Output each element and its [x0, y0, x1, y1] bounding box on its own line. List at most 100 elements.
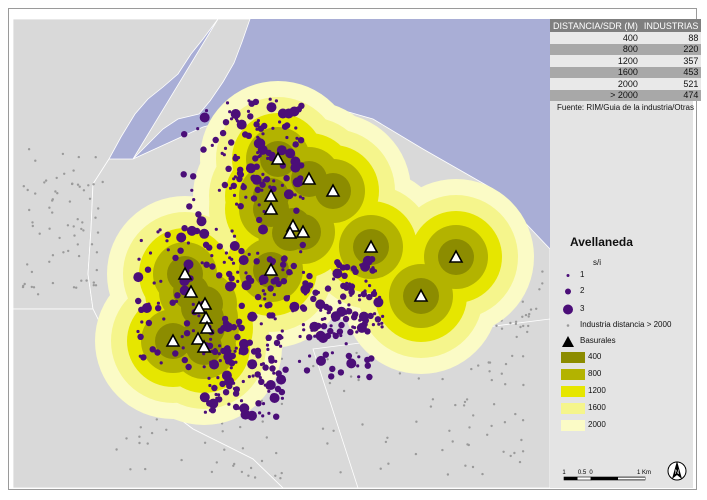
legend-label: Basurales [580, 336, 616, 345]
far-industry-point [326, 358, 329, 361]
industry-point [148, 251, 153, 255]
far-industry-point [97, 207, 100, 210]
industry-point [205, 232, 209, 236]
map-canvas[interactable] [13, 19, 550, 488]
legend-label: 2000 [588, 420, 606, 429]
circle-icon [563, 304, 573, 315]
far-industry-point [465, 398, 469, 401]
industry-point [229, 366, 233, 370]
buffer-swatch-400 [561, 352, 585, 363]
table-row: 400 88 [550, 32, 702, 44]
industry-point [265, 343, 270, 347]
far-industry-point [31, 224, 34, 228]
industry-point [344, 342, 348, 346]
industry-point [240, 183, 247, 191]
far-industry-point [165, 428, 168, 431]
industry-point [211, 348, 219, 355]
legend-subtitle: s/i [593, 258, 601, 267]
far-industry-point [48, 260, 51, 263]
far-industry-point [446, 473, 450, 476]
industry-point [186, 203, 193, 210]
industry-point [358, 298, 362, 302]
far-industry-point [90, 243, 94, 246]
scale-label: 1 Km [637, 470, 651, 476]
far-industry-point [384, 440, 388, 444]
industry-point [136, 300, 140, 304]
industry-point [261, 414, 265, 418]
far-industry-point [82, 229, 85, 232]
far-industry-point [247, 474, 250, 477]
industry-point [266, 102, 277, 113]
far-industry-point [448, 429, 451, 432]
far-industry-point [96, 231, 100, 234]
industry-point [216, 272, 223, 279]
industry-point [235, 318, 243, 325]
legend-item-buffer-2000: 2000 [558, 419, 692, 432]
industry-point [237, 203, 244, 210]
industry-point [303, 367, 311, 374]
industry-point [334, 259, 341, 266]
industry-point [268, 97, 272, 101]
industry-point [306, 272, 313, 280]
industry-point [266, 337, 270, 341]
far-industry-point [441, 377, 444, 381]
far-industry-point [150, 431, 154, 435]
industry-point [262, 364, 269, 371]
industry-point [294, 126, 298, 130]
industry-point [364, 279, 368, 283]
industry-point [301, 270, 306, 274]
far-industry-point [253, 476, 257, 479]
industry-point [295, 106, 302, 113]
industry-point [232, 234, 237, 238]
far-industry-point [44, 179, 48, 182]
far-industry-point [326, 442, 329, 445]
industry-point [380, 325, 384, 329]
industry-point [358, 311, 369, 322]
industry-point [258, 411, 262, 415]
distance-cell: 2000 [550, 78, 641, 90]
industry-point [141, 303, 152, 313]
industry-point [268, 185, 272, 189]
far-industry-point [500, 372, 503, 375]
industry-point [211, 384, 218, 392]
legend-item-buffer-800: 800 [558, 368, 692, 381]
industry-point [266, 256, 274, 263]
far-industry-point [56, 192, 59, 195]
far-industry-point [527, 324, 530, 328]
industry-point [266, 312, 273, 319]
industry-point [238, 324, 245, 332]
far-industry-point [515, 335, 518, 339]
industry-point [359, 263, 363, 267]
far-industry-point [34, 192, 37, 195]
industry-point [228, 360, 236, 367]
far-industry-point [321, 427, 325, 430]
far-industry-point [468, 426, 471, 429]
industry-point [293, 159, 300, 167]
industry-point [229, 117, 234, 121]
far-industry-point [274, 474, 277, 477]
far-industry-point [511, 354, 514, 358]
far-industry-point [115, 448, 118, 451]
far-industry-point [462, 404, 466, 407]
industry-point [315, 322, 322, 330]
far-industry-point [94, 216, 97, 219]
industry-point [181, 225, 188, 232]
far-industry-point [48, 227, 51, 230]
far-industry-point [514, 320, 518, 323]
industry-point [263, 297, 267, 301]
scale-bar: 1 0.5 0 1 Km [562, 470, 651, 481]
industry-point [300, 284, 311, 295]
legend-label: 1 [580, 270, 585, 279]
far-industry-point [472, 414, 475, 417]
industry-point [286, 269, 293, 276]
industry-point [267, 389, 271, 393]
industry-point [239, 403, 250, 414]
far-industry-point [221, 430, 224, 433]
buffer-swatch-2000 [561, 420, 585, 431]
industry-point [172, 254, 179, 262]
industry-point [233, 349, 237, 353]
industry-point [329, 365, 336, 373]
industry-point [219, 129, 227, 137]
industry-point [351, 314, 358, 321]
industry-point [164, 231, 171, 238]
